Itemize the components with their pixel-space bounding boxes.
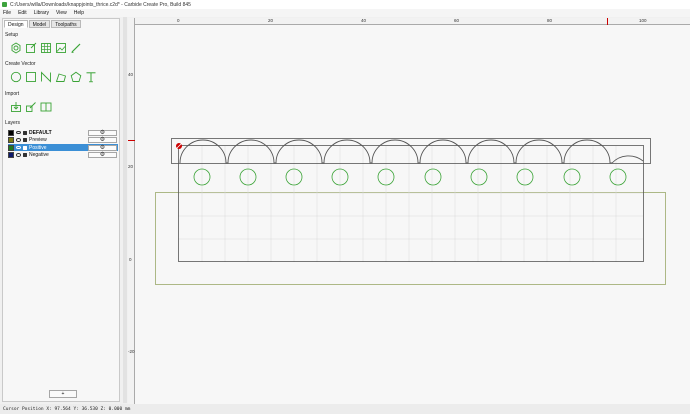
eye-icon[interactable]: [16, 153, 21, 157]
vector-tools: [10, 71, 100, 83]
import-icon[interactable]: [10, 101, 22, 113]
menu-library[interactable]: Library: [34, 10, 49, 16]
layer-color-swatch[interactable]: [8, 152, 14, 158]
ruler-top: 0 20 40 60 80 100: [128, 18, 690, 25]
image-icon[interactable]: [55, 42, 67, 54]
window-title: C:/Users/willa/Downloads/knappjoints_thr…: [10, 1, 191, 8]
ruler-tick: 40: [128, 72, 134, 77]
ruler-tick: 20: [268, 18, 274, 23]
menu-edit[interactable]: Edit: [18, 10, 27, 16]
circle-vectors: [193, 168, 627, 186]
lock-icon[interactable]: [23, 145, 27, 150]
top-bar-outline: [171, 138, 651, 164]
section-setup: Setup: [5, 32, 19, 38]
curve-icon[interactable]: [40, 71, 52, 83]
ruler-tick: -20: [128, 349, 135, 354]
cursor-position: Cursor Position X: 97.564 Y: 36.530 Z: 0…: [3, 406, 131, 412]
title-bar: C:/Users/willa/Downloads/knappjoints_thr…: [0, 0, 690, 9]
lock-icon[interactable]: [23, 153, 27, 157]
status-bar: Cursor Position X: 97.564 Y: 36.530 Z: 0…: [0, 404, 690, 414]
cursor-x-indicator: [607, 18, 608, 25]
design-canvas[interactable]: 0 20 40 60 80 100 40 20 0 -20: [128, 18, 690, 404]
cursor-y-indicator: [128, 140, 135, 141]
lock-icon[interactable]: [23, 130, 27, 135]
gear-icon: ⚙: [99, 152, 106, 158]
panel-scrollbar[interactable]: [123, 17, 127, 403]
import-tools: [10, 101, 55, 113]
eye-icon[interactable]: [16, 130, 21, 135]
gear-icon: ⚙: [99, 129, 106, 136]
circle-icon[interactable]: [10, 71, 22, 83]
gear-icon: ⚙: [99, 144, 106, 151]
ruler-tick: 0: [177, 18, 180, 23]
book-icon[interactable]: [40, 101, 52, 113]
ruler-tick: 20: [128, 164, 134, 169]
layer-color-swatch[interactable]: [8, 129, 14, 136]
layer-row-preview[interactable]: Preview ⚙: [8, 137, 118, 144]
stock-outline: [155, 192, 666, 285]
layer-color-swatch[interactable]: [8, 137, 14, 143]
import-shapes-icon[interactable]: [25, 101, 37, 113]
eye-icon[interactable]: [16, 145, 21, 150]
layer-row-positive[interactable]: Positive ⚙: [8, 144, 118, 151]
lock-icon[interactable]: [23, 138, 27, 142]
grid-icon[interactable]: [40, 42, 52, 54]
layers-list: DEFAULT ⚙ Preview ⚙ Positive ⚙ Negative …: [8, 129, 118, 159]
ruler-tick: 80: [547, 18, 553, 23]
ruler-left: 40 20 0 -20: [128, 18, 135, 404]
ruler-tick: 0: [129, 257, 132, 262]
layer-row-negative[interactable]: Negative ⚙: [8, 152, 118, 159]
ruler-tick: 40: [361, 18, 367, 23]
tab-toolpaths[interactable]: Toolpaths: [51, 20, 81, 28]
polygon-icon[interactable]: [55, 71, 67, 83]
menu-view[interactable]: View: [56, 10, 67, 16]
layer-settings-button[interactable]: ⚙: [88, 137, 117, 143]
section-import: Import: [5, 91, 20, 97]
layer-settings-button[interactable]: ⚙: [88, 152, 117, 158]
tab-design[interactable]: Design: [4, 20, 28, 28]
ruler-tick: 60: [454, 18, 460, 23]
layer-row-default[interactable]: DEFAULT ⚙: [8, 129, 118, 136]
edit-icon[interactable]: [25, 42, 37, 54]
eye-icon[interactable]: [16, 138, 21, 142]
add-layer-button[interactable]: +: [49, 390, 77, 398]
pentagon-icon[interactable]: [70, 71, 82, 83]
ruler-tick: 100: [639, 18, 647, 23]
section-layers: Layers: [5, 120, 21, 126]
setup-tools: [10, 42, 85, 54]
menu-file[interactable]: File: [3, 10, 11, 16]
text-icon[interactable]: [85, 71, 97, 83]
layer-settings-button[interactable]: ⚙: [88, 144, 117, 151]
section-create-vector: Create Vector: [5, 61, 36, 67]
pen-icon[interactable]: [70, 42, 82, 54]
scallop-edge: [179, 139, 644, 164]
menu-bar: File Edit Library View Help: [0, 9, 690, 17]
panel-tabs: Design Model Toolpaths: [4, 20, 82, 28]
left-panel: Design Model Toolpaths Setup Create Vect…: [2, 18, 120, 402]
layer-settings-button[interactable]: ⚙: [88, 129, 117, 136]
app-icon: [2, 2, 7, 7]
canvas-drawing: [155, 138, 666, 285]
gear-icon: ⚙: [99, 137, 106, 143]
gear-icon[interactable]: [10, 42, 22, 54]
menu-help[interactable]: Help: [74, 10, 84, 16]
tab-model[interactable]: Model: [28, 20, 51, 28]
layer-color-swatch[interactable]: [8, 144, 14, 151]
rectangle-icon[interactable]: [25, 71, 37, 83]
